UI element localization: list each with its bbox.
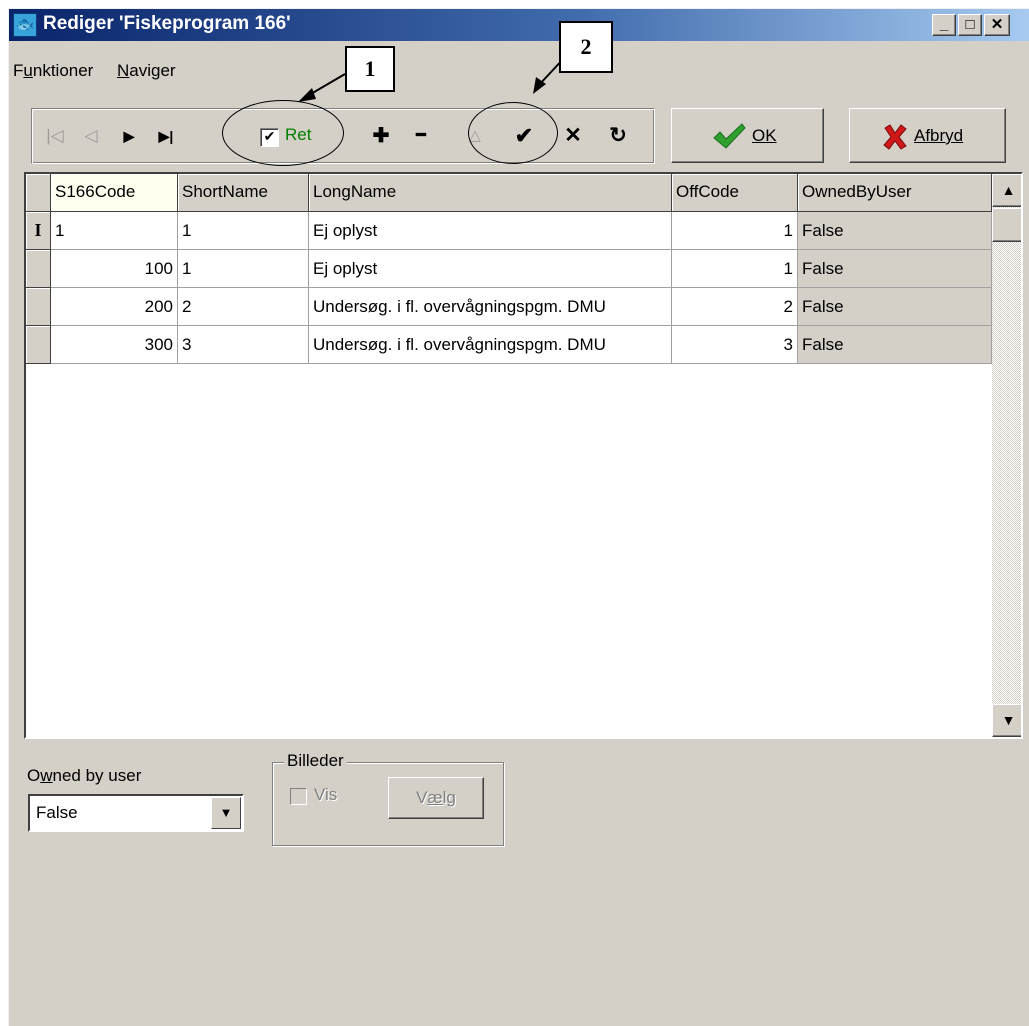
table-cell[interactable]: 1 [672,212,798,250]
dropdown-arrow-icon[interactable]: ▼ [211,797,241,829]
annotation-label-1: 1 [345,46,395,92]
table-cell[interactable]: 300 [51,326,178,364]
row-indicator[interactable] [26,326,51,364]
table-cell[interactable]: 2 [178,288,309,326]
table-cell[interactable]: 1 [178,250,309,288]
data-grid[interactable]: S166Code ShortName LongName OffCode Owne… [24,172,1023,739]
vertical-scrollbar[interactable]: ▲ ▼ [992,174,1021,737]
row-indicator[interactable] [26,288,51,326]
show-pictures-checkbox[interactable] [290,788,307,805]
annotation-arrows [298,55,567,102]
table-cell[interactable]: Undersøg. i fl. overvågningspgm. DMU [309,326,672,364]
table-cell[interactable]: 2 [672,288,798,326]
pictures-group-title: Billeder [284,751,347,771]
scroll-thumb[interactable] [992,208,1021,242]
table-cell[interactable]: Ej oplyst [309,212,672,250]
table-cell[interactable]: 200 [51,288,178,326]
table-cell[interactable]: False [798,326,992,364]
row-indicator[interactable]: I [26,212,51,250]
table-cell[interactable]: 1 [51,212,178,250]
owned-by-user-value: False [36,803,78,822]
table-cell[interactable]: False [798,250,992,288]
table-cell[interactable]: 100 [51,250,178,288]
table-cell[interactable]: 1 [672,250,798,288]
choose-picture-button[interactable]: Vælg [388,777,484,819]
table-cell[interactable]: False [798,288,992,326]
table-cell[interactable]: False [798,212,992,250]
table-cell[interactable]: 3 [672,326,798,364]
table-cell[interactable]: Undersøg. i fl. overvågningspgm. DMU [309,288,672,326]
annotation-arrowhead-1 [298,88,316,102]
scroll-down-button[interactable]: ▼ [992,704,1021,737]
pictures-group: Billeder Vis Vælg [272,751,504,846]
table-cell[interactable]: 3 [178,326,309,364]
table-cell[interactable]: 1 [178,212,309,250]
show-pictures-label[interactable]: Vis [314,785,337,805]
row-indicator[interactable] [26,250,51,288]
owned-by-user-label: Owned by user [27,766,142,785]
table-cell[interactable]: Ej oplyst [309,250,672,288]
owned-by-user-select[interactable]: False ▼ [28,794,244,832]
annotation-label-2: 2 [559,21,613,73]
